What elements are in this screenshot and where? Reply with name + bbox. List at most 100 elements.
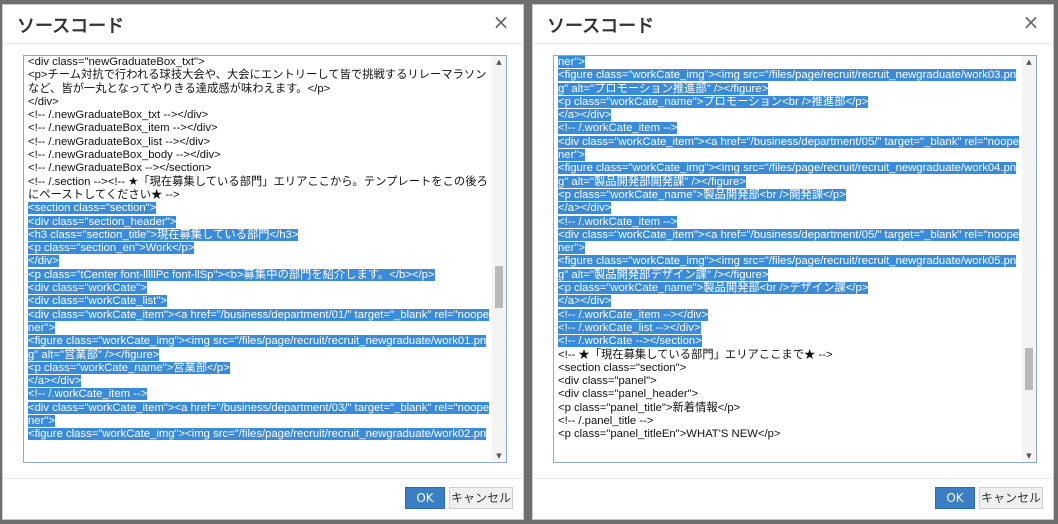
- code-line-text: <div class="panel">: [558, 375, 657, 388]
- code-line-text: <div class="workCate_item"><a href="/bus…: [558, 135, 1020, 148]
- code-line: <p class="workCate_name">営業部</p>: [28, 361, 490, 375]
- close-icon[interactable]: ×: [1021, 11, 1041, 33]
- code-line-text: <p class="workCate_name">営業部</p>: [28, 361, 230, 374]
- code-line: g" alt="営業部" /></figure>: [28, 348, 490, 362]
- code-line-text: <p class="section_en">Work</p>: [28, 242, 195, 255]
- code-line: <div class="newGraduateBox_txt">: [28, 56, 490, 69]
- code-line: <div class="workCate">: [28, 282, 490, 295]
- cancel-button[interactable]: キャンセル: [979, 487, 1043, 509]
- code-line: <!-- /.workCate_list --></div>: [558, 321, 1020, 335]
- code-line: <!-- /.workCate_item -->: [28, 388, 490, 401]
- code-line-text: <p class="workCate_name">製品開発部<br />デザイン…: [558, 282, 869, 295]
- code-line: g" alt="製品開発部デザイン課" /></figure>: [558, 268, 1020, 282]
- code-line: <figure class="workCate_img"><img src="/…: [558, 162, 1020, 175]
- close-icon[interactable]: ×: [491, 11, 511, 33]
- code-line: <p class="workCate_name">製品開発部<br />開発課<…: [558, 188, 1020, 202]
- code-line-text: <!-- /.workCate --></section>: [558, 335, 702, 348]
- code-line-text: <!-- /.newGraduateBox_list --></div>: [28, 135, 211, 148]
- code-line-text: <div class="workCate_item"><a href="/bus…: [558, 228, 1020, 241]
- code-lines: <div class="newGraduateBox_txt"> <p>チーム対抗…: [28, 56, 490, 442]
- code-line: <!-- /.newGraduateBox_body --></div>: [28, 149, 490, 162]
- code-line: など、皆が一丸となってやりきる達成感が味わえます。</p>: [28, 83, 490, 96]
- code-line: g" alt="プロモーション推進部" /></figure>: [558, 82, 1020, 96]
- code-line: <h3 class="section_title">現在募集している部門</h3…: [28, 228, 490, 242]
- code-line-text: <!-- /.workCate_item -->: [558, 215, 678, 228]
- code-line: ner">: [28, 321, 490, 335]
- code-line: <div class="panel_header">: [558, 388, 1020, 401]
- code-line-text: <p class="panel_title">新着情報</p>: [558, 401, 741, 414]
- code-line: </a></div>: [28, 375, 490, 388]
- code-line: <p class="workCate_name">製品開発部<br />デザイン…: [558, 282, 1020, 295]
- scroll-down-arrow-icon[interactable]: ▼: [492, 450, 506, 462]
- code-line-text: <div class="newGraduateBox_txt">: [28, 56, 205, 68]
- source-code-dialog-right: ソースコード × ner"> <figure class="workCate_im…: [532, 4, 1054, 520]
- code-line: <!-- /.newGraduateBox --></section>: [28, 162, 490, 175]
- scrollbar-thumb[interactable]: [1025, 348, 1033, 391]
- code-line: <!-- /.newGraduateBox_txt --></div>: [28, 109, 490, 122]
- code-line: <!-- /.workCate_item --></div>: [558, 308, 1020, 322]
- code-line-text: g" alt="製品開発部開発課" /></figure>: [558, 175, 746, 188]
- code-line-text: にペーストしてください★ -->: [28, 188, 180, 201]
- code-line-text: <figure class="workCate_img"><img src="/…: [558, 69, 1017, 82]
- code-line-text: <!-- ★「現在募集している部門」エリアここまで★ -->: [558, 348, 833, 361]
- code-line: ner">: [558, 56, 1020, 69]
- code-line-text: <!-- /.newGraduateBox_txt --></div>: [28, 109, 209, 122]
- code-line: <div class="workCate_item"><a href="/bus…: [28, 401, 490, 415]
- code-line-text: <section class="section">: [558, 361, 687, 374]
- ok-button[interactable]: OK: [935, 487, 975, 509]
- scroll-up-arrow-icon[interactable]: ▲: [492, 56, 506, 68]
- code-line: <!-- /.workCate_item -->: [558, 122, 1020, 135]
- dialog-title: ソースコード: [17, 16, 125, 37]
- code-line-text: <figure class="workCate_img"><img src="/…: [558, 255, 1017, 268]
- code-line: <!-- /.section --><!-- ★「現在募集している部門」エリアこ…: [28, 176, 490, 189]
- vertical-scrollbar[interactable]: ▲ ▼: [1022, 56, 1036, 462]
- code-line: <p class="panel_titleEn">WHAT'S NEW</p>: [558, 428, 1020, 441]
- source-code-dialog-left: ソースコード × <div class="newGraduateBox_txt"…: [2, 4, 524, 520]
- code-line: にペーストしてください★ -->: [28, 189, 490, 202]
- code-line: g" alt="製品開発部開発課" /></figure>: [558, 175, 1020, 189]
- code-line-text: <figure class="workCate_img"><img src="/…: [28, 335, 487, 348]
- scrollbar-thumb[interactable]: [495, 266, 503, 309]
- code-line-text: </a></div>: [558, 202, 612, 215]
- code-line: <!-- ★「現在募集している部門」エリアここまで★ -->: [558, 349, 1020, 362]
- cancel-button[interactable]: キャンセル: [449, 487, 513, 509]
- source-code-textarea[interactable]: <div class="newGraduateBox_txt"> <p>チーム対抗…: [23, 55, 507, 463]
- code-line: <div class="workCate_item"><a href="/bus…: [558, 228, 1020, 242]
- code-line-text: </a></div>: [558, 109, 612, 122]
- code-line: <div class="workCate_item"><a href="/bus…: [558, 135, 1020, 149]
- dialog-header: ソースコード ×: [533, 5, 1053, 44]
- code-line-text: <div class="workCate_list">: [28, 295, 167, 308]
- code-line-text: ner">: [558, 149, 585, 162]
- code-line-text: <!-- /.newGraduateBox --></section>: [28, 162, 212, 175]
- code-line-text: </div>: [28, 95, 59, 108]
- code-line: <p class="section_en">Work</p>: [28, 242, 490, 255]
- code-line-text: <p class="panel_titleEn">WHAT'S NEW</p>: [558, 428, 781, 441]
- code-line: <section class="section">: [28, 202, 490, 215]
- code-line: <section class="section">: [558, 362, 1020, 375]
- code-line: <p class="panel_title">新着情報</p>: [558, 402, 1020, 415]
- code-line-text: <section class="section">: [28, 202, 157, 215]
- scroll-down-arrow-icon[interactable]: ▼: [1022, 450, 1036, 462]
- code-line-text: <!-- /.newGraduateBox_body --></div>: [28, 149, 221, 162]
- source-code-textarea[interactable]: ner"> <figure class="workCate_img"><img s…: [553, 55, 1037, 463]
- code-line-text: <!-- /.workCate_item --></div>: [558, 308, 709, 321]
- code-line-text: ner">: [28, 321, 55, 334]
- code-line-text: g" alt="プロモーション推進部" /></figure>: [558, 82, 769, 95]
- ok-button[interactable]: OK: [405, 487, 445, 509]
- code-line: <!-- /.newGraduateBox_item --></div>: [28, 122, 490, 135]
- code-line: <!-- /.workCate_item -->: [558, 215, 1020, 229]
- scroll-up-arrow-icon[interactable]: ▲: [1022, 56, 1036, 68]
- code-line: <!-- /.newGraduateBox_list --></div>: [28, 136, 490, 149]
- code-line-text: </a></div>: [558, 295, 612, 308]
- code-line: </a></div>: [558, 109, 1020, 122]
- code-line: <div class="workCate_list">: [28, 295, 490, 308]
- code-lines: ner"> <figure class="workCate_img"><img s…: [558, 56, 1020, 442]
- code-line: ner">: [558, 149, 1020, 162]
- vertical-scrollbar[interactable]: ▲ ▼: [492, 56, 506, 462]
- dialog-footer: OK キャンセル: [533, 478, 1053, 519]
- code-line-text: <!-- /.newGraduateBox_item --></div>: [28, 122, 218, 135]
- code-line: ner">: [558, 242, 1020, 255]
- code-line: <figure class="workCate_img"><img src="/…: [558, 255, 1020, 268]
- code-line: </a></div>: [558, 295, 1020, 308]
- code-line: </div>: [28, 255, 490, 268]
